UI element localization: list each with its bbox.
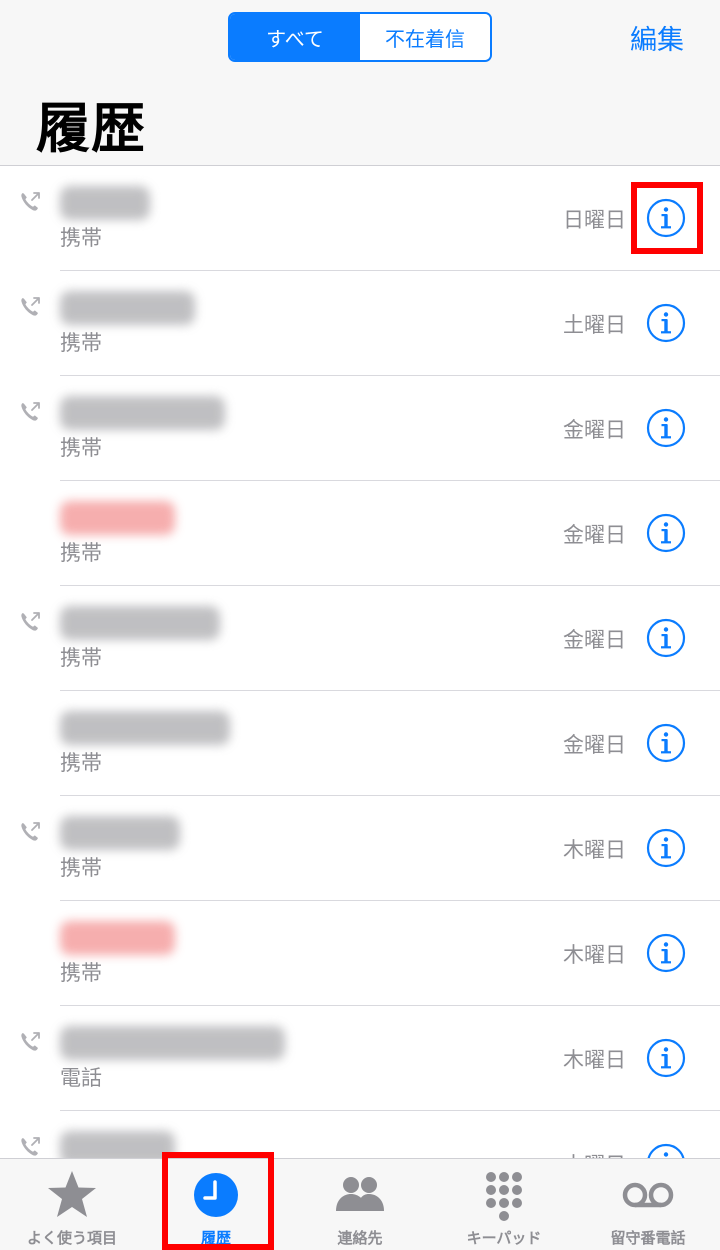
call-date: 木曜日 xyxy=(563,1048,626,1072)
call-type-label: 携帯 xyxy=(60,646,102,670)
tab-favorites[interactable]: よく使う項目 xyxy=(0,1159,144,1250)
call-row[interactable]: 電話 木曜日 xyxy=(0,1006,720,1111)
call-type-label: 携帯 xyxy=(60,226,102,250)
call-date: 金曜日 xyxy=(563,523,626,547)
tab-bar: よく使う項目 履歴 連絡先 キーパッド 留守番電話 xyxy=(0,1158,720,1250)
recents-tab-highlight xyxy=(162,1152,274,1250)
tab-label: キーパッド xyxy=(466,1229,542,1247)
call-date: 日曜日 xyxy=(563,208,626,232)
keypad-icon xyxy=(486,1172,522,1221)
call-row[interactable]: 携帯 木曜日 xyxy=(0,901,720,1006)
tab-contacts[interactable]: 連絡先 xyxy=(288,1159,432,1250)
tab-label: 留守番電話 xyxy=(610,1229,686,1247)
tab-voicemail[interactable]: 留守番電話 xyxy=(576,1159,720,1250)
caller-name-redacted xyxy=(60,1026,285,1060)
call-type-label: 携帯 xyxy=(60,961,102,985)
segment-missed[interactable]: 不在着信 xyxy=(360,14,490,60)
info-button-highlight xyxy=(631,182,703,254)
edit-button[interactable]: 編集 xyxy=(630,18,684,57)
outgoing-call-icon xyxy=(18,1030,42,1054)
info-icon[interactable] xyxy=(646,723,686,763)
call-date: 土曜日 xyxy=(563,313,626,337)
info-icon[interactable] xyxy=(646,303,686,343)
outgoing-call-icon xyxy=(18,610,42,634)
call-row[interactable]: 携帯 金曜日 xyxy=(0,586,720,691)
outgoing-call-icon xyxy=(18,1135,42,1158)
navigation-header: すべて 不在着信 編集 履歴 xyxy=(0,0,720,166)
voicemail-icon xyxy=(622,1182,674,1208)
info-icon[interactable] xyxy=(646,408,686,448)
info-icon[interactable] xyxy=(646,828,686,868)
caller-name-redacted xyxy=(60,711,230,745)
tab-keypad[interactable]: キーパッド xyxy=(432,1159,576,1250)
outgoing-call-icon xyxy=(18,820,42,844)
outgoing-call-icon xyxy=(18,190,42,214)
call-row[interactable]: 携帯 金曜日 xyxy=(0,376,720,481)
call-history-list[interactable]: 携帯 日曜日 携帯 土曜日 携帯 金曜日 携帯 金曜日 携帯 金曜日 携帯 金曜日 携帯 木曜日 携帯 木曜日… xyxy=(0,166,720,1158)
caller-name-redacted xyxy=(60,606,220,640)
call-date: 木曜日 xyxy=(563,1149,626,1158)
tab-label: 連絡先 xyxy=(337,1229,383,1247)
call-type-label: 電話 xyxy=(60,1066,102,1090)
caller-name-redacted xyxy=(60,921,175,955)
call-type-label: 携帯 xyxy=(60,751,102,775)
info-icon[interactable] xyxy=(646,1143,686,1158)
info-icon[interactable] xyxy=(646,933,686,973)
caller-name-redacted xyxy=(60,1131,175,1158)
call-date: 金曜日 xyxy=(563,628,626,652)
segment-all[interactable]: すべて xyxy=(230,14,360,60)
caller-name-redacted xyxy=(60,501,175,535)
call-type-label: 携帯 xyxy=(60,436,102,460)
star-icon xyxy=(48,1171,96,1217)
call-date: 金曜日 xyxy=(563,733,626,757)
outgoing-call-icon xyxy=(18,400,42,424)
caller-name-redacted xyxy=(60,186,150,220)
call-row[interactable]: 携帯 金曜日 xyxy=(0,481,720,586)
call-type-label: 携帯 xyxy=(60,541,102,565)
call-date: 金曜日 xyxy=(563,418,626,442)
call-type-label: 携帯 xyxy=(60,856,102,880)
call-row[interactable]: 携帯 土曜日 xyxy=(0,271,720,376)
caller-name-redacted xyxy=(60,816,180,850)
call-date: 木曜日 xyxy=(563,838,626,862)
call-type-label: 携帯 xyxy=(60,331,102,355)
page-title: 履歴 xyxy=(36,97,146,160)
caller-name-redacted xyxy=(60,291,195,325)
call-row[interactable]: 携帯 日曜日 xyxy=(0,166,720,271)
call-row[interactable]: 携帯 木曜日 xyxy=(0,796,720,901)
contacts-icon xyxy=(336,1177,384,1211)
call-row[interactable]: 携帯 金曜日 xyxy=(0,691,720,796)
call-date: 木曜日 xyxy=(563,943,626,967)
info-icon[interactable] xyxy=(646,513,686,553)
call-row[interactable]: 木曜日 xyxy=(0,1111,720,1158)
tab-label: よく使う項目 xyxy=(26,1229,117,1247)
outgoing-call-icon xyxy=(18,295,42,319)
call-filter-segmented-control: すべて 不在着信 xyxy=(228,12,492,62)
info-icon[interactable] xyxy=(646,618,686,658)
info-icon[interactable] xyxy=(646,1038,686,1078)
caller-name-redacted xyxy=(60,396,225,430)
